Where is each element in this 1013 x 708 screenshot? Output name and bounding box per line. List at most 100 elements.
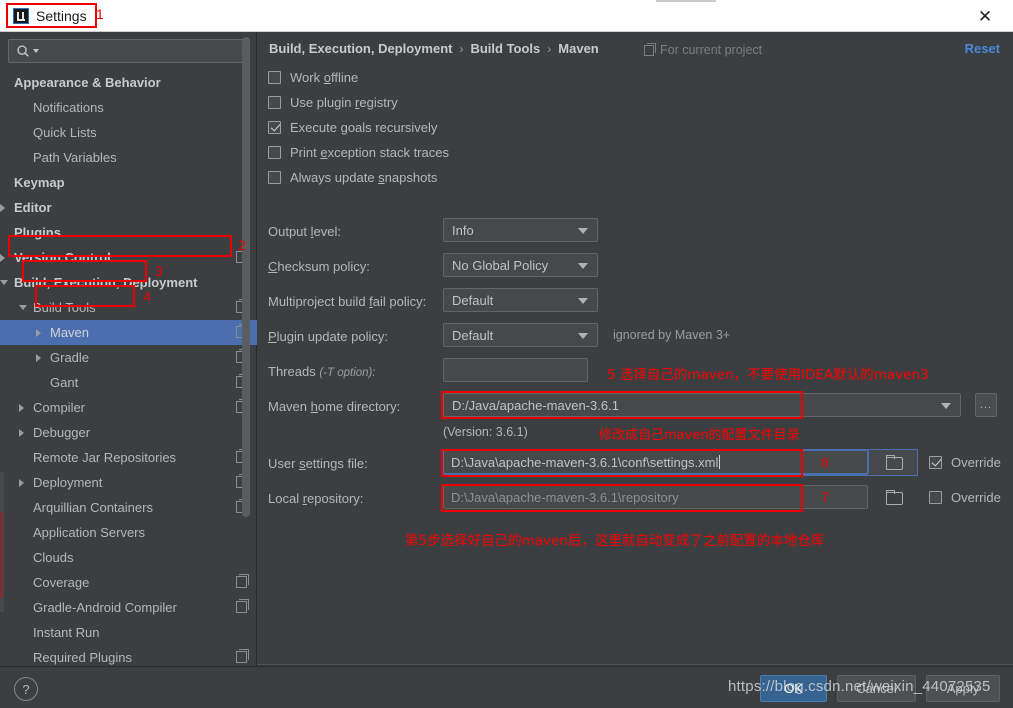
chevron-down-icon[interactable] (19, 305, 27, 310)
checkbox-input[interactable] (268, 96, 281, 109)
user-settings-browse-button[interactable] (871, 449, 917, 475)
checkbox-label: Always update snapshots (290, 170, 438, 185)
search-input[interactable] (8, 39, 247, 63)
close-icon[interactable]: ✕ (965, 0, 1005, 32)
sidebar-item-path-variables[interactable]: Path Variables (0, 145, 257, 170)
sidebar-item-build-execution-deployment[interactable]: Build, Execution, Deployment (0, 270, 257, 295)
sidebar-item-keymap[interactable]: Keymap (0, 170, 257, 195)
user-settings-override-checkbox[interactable] (929, 456, 942, 469)
local-repository-input[interactable]: D:\Java\apache-maven-3.6.1\repository (443, 485, 868, 509)
sidebar-item-clouds[interactable]: Clouds (0, 545, 257, 570)
sidebar-item-editor[interactable]: Editor (0, 195, 257, 220)
chevron-down-icon (578, 333, 588, 339)
output-level-value: Info (452, 222, 474, 238)
output-level-select[interactable]: Info (443, 218, 598, 242)
sidebar-item-required-plugins[interactable]: Required Plugins (0, 645, 257, 666)
copy-settings-icon[interactable] (236, 649, 249, 663)
plugin-update-policy-note: ignored by Maven 3+ (613, 328, 731, 342)
copy-settings-icon[interactable] (236, 599, 249, 613)
copy-settings-icon[interactable] (236, 574, 249, 588)
checksum-policy-value: No Global Policy (452, 257, 549, 273)
help-button[interactable]: ? (14, 677, 38, 701)
chevron-right-icon: › (547, 41, 552, 56)
sidebar-item-maven[interactable]: Maven (0, 320, 257, 345)
checkbox-execute-goals-recursively[interactable]: Execute goals recursively (268, 120, 437, 135)
sidebar-item-label: Plugins (14, 225, 61, 240)
checksum-policy-select[interactable]: No Global Policy (443, 253, 598, 277)
sidebar-item-label: Instant Run (33, 625, 100, 640)
sidebar-scrollbar-thumb[interactable] (242, 37, 250, 517)
breadcrumb-part-2[interactable]: Build Tools (470, 41, 540, 56)
sidebar-item-application-servers[interactable]: Application Servers (0, 520, 257, 545)
sidebar-item-build-tools[interactable]: Build Tools (0, 295, 257, 320)
checksum-policy-label: Checksum policy: (268, 259, 370, 274)
sidebar-item-version-control[interactable]: Version Control (0, 245, 257, 270)
plugin-update-policy-select[interactable]: Default (443, 323, 598, 347)
sidebar-item-coverage[interactable]: Coverage (0, 570, 257, 595)
maven-home-value: D:/Java/apache-maven-3.6.1 (452, 397, 619, 413)
breadcrumb-part-3[interactable]: Maven (558, 41, 598, 56)
local-repository-override-label: Override (951, 490, 1001, 505)
reset-link[interactable]: Reset (965, 41, 1000, 56)
checkbox-use-plugin-registry[interactable]: Use plugin registry (268, 95, 398, 110)
plugin-update-policy-label: Plugin update policy: (268, 329, 388, 344)
chevron-right-icon[interactable] (19, 428, 24, 437)
checkbox-work-offline[interactable]: Work offline (268, 70, 358, 85)
sidebar-item-gradle[interactable]: Gradle (0, 345, 257, 370)
checkbox-input[interactable] (268, 71, 281, 84)
chevron-down-icon (578, 228, 588, 234)
maven-home-browse-button[interactable]: ... (975, 393, 997, 417)
local-repository-browse-button[interactable] (871, 484, 917, 510)
checkbox-input[interactable] (268, 121, 281, 134)
checkbox-label: Execute goals recursively (290, 120, 438, 135)
maven-home-label: Maven home directory: (268, 399, 401, 414)
sidebar-item-label: Compiler (33, 400, 86, 415)
sidebar-item-notifications[interactable]: Notifications (0, 95, 257, 120)
search-dropdown-caret[interactable] (33, 49, 39, 53)
local-repository-override[interactable]: Override (929, 490, 1001, 505)
sidebar-item-appearance-behavior[interactable]: Appearance & Behavior (0, 70, 257, 95)
chevron-down-icon (941, 403, 951, 409)
chevron-right-icon[interactable] (19, 478, 24, 487)
maven-home-select[interactable]: D:/Java/apache-maven-3.6.1 (443, 393, 961, 417)
sidebar-item-plugins[interactable]: Plugins (0, 220, 257, 245)
threads-input[interactable] (443, 358, 588, 382)
sidebar-item-compiler[interactable]: Compiler (0, 395, 257, 420)
user-settings-input[interactable]: D:\Java\apache-maven-3.6.1\conf\settings… (442, 449, 869, 475)
sidebar-item-instant-run[interactable]: Instant Run (0, 620, 257, 645)
chevron-right-icon[interactable] (0, 203, 5, 212)
user-settings-override[interactable]: Override (929, 455, 1001, 470)
sidebar-item-label: Required Plugins (33, 650, 133, 665)
sidebar-item-label: Build Tools (33, 300, 96, 315)
sidebar-item-label: Build, Execution, Deployment (14, 275, 198, 290)
chevron-right-icon[interactable] (36, 353, 41, 362)
sidebar-item-debugger[interactable]: Debugger (0, 420, 257, 445)
sidebar-item-label: Remote Jar Repositories (33, 450, 177, 465)
multiproject-fail-policy-select[interactable]: Default (443, 288, 598, 312)
local-repository-label: Local repository: (268, 491, 364, 506)
folder-icon (886, 455, 903, 470)
left-edge-artifact-red (0, 512, 3, 598)
sidebar-item-arquillian-containers[interactable]: Arquillian Containers (0, 495, 257, 520)
project-scope-icon (644, 42, 656, 56)
chevron-down-icon[interactable] (0, 280, 8, 285)
annotation-note-settings: 修改成自己maven的配置文件目录 (599, 428, 800, 443)
checkbox-always-update-snapshots[interactable]: Always update snapshots (268, 170, 437, 185)
multiproject-fail-policy-value: Default (452, 292, 494, 308)
chevron-right-icon[interactable] (0, 253, 5, 262)
checkbox-print-exception-stack-traces[interactable]: Print exception stack traces (268, 145, 449, 160)
breadcrumb-part-1[interactable]: Build, Execution, Deployment (269, 41, 452, 56)
sidebar-item-gradle-android-compiler[interactable]: Gradle-Android Compiler (0, 595, 257, 620)
sidebar-item-gant[interactable]: Gant (0, 370, 257, 395)
plugin-update-policy-value: Default (452, 327, 494, 343)
local-repository-override-checkbox[interactable] (929, 491, 942, 504)
annotation-step-6: 6 (821, 454, 829, 470)
sidebar-item-deployment[interactable]: Deployment (0, 470, 257, 495)
chevron-right-icon[interactable] (19, 403, 24, 412)
sidebar-item-quick-lists[interactable]: Quick Lists (0, 120, 257, 145)
sidebar-item-label: Gradle (50, 350, 90, 365)
checkbox-input[interactable] (268, 146, 281, 159)
chevron-right-icon[interactable] (36, 328, 41, 337)
sidebar-item-remote-jar-repositories[interactable]: Remote Jar Repositories (0, 445, 257, 470)
checkbox-input[interactable] (268, 171, 281, 184)
